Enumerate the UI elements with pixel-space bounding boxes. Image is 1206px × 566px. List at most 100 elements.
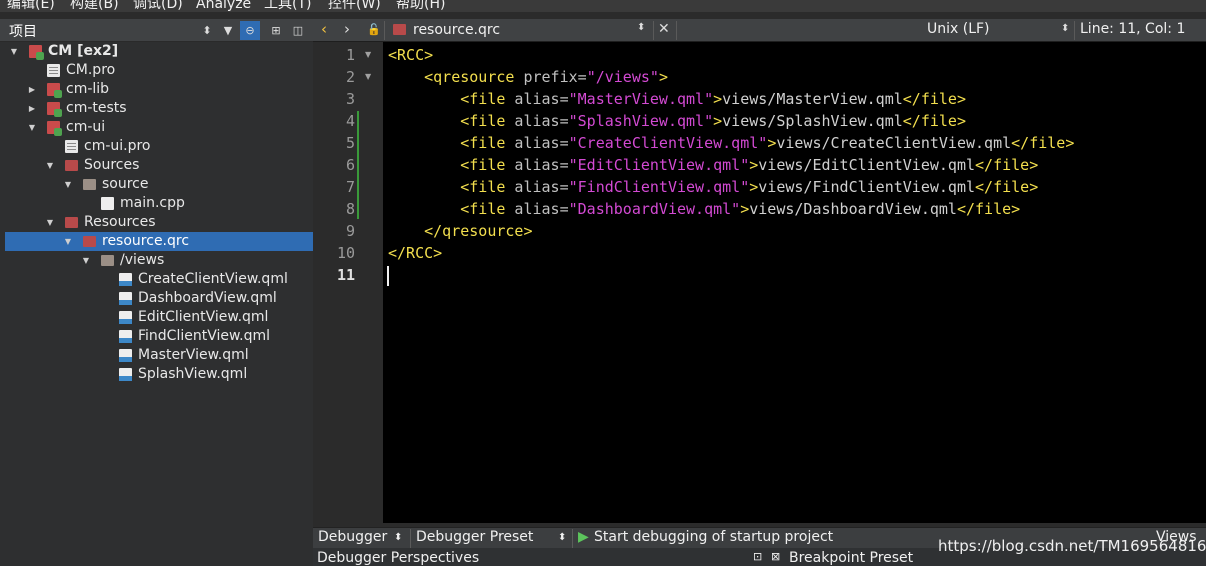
code-line[interactable]: <RCC>: [388, 44, 433, 66]
breakpoint-preset-label: Breakpoint Preset: [789, 550, 914, 566]
menu-help[interactable]: 帮助(H): [396, 0, 445, 12]
project-tree: ▼ CM [ex2] CM.pro ▶ cm-lib ▶ cm-tests ▼ …: [0, 42, 313, 566]
current-line-number: 11: [336, 266, 355, 284]
forward-arrow-icon[interactable]: ›: [344, 20, 350, 38]
divider: [1074, 21, 1075, 40]
start-debug-icon[interactable]: ▶: [578, 529, 589, 545]
open-documents-combo[interactable]: resource.qrc ⬍: [391, 22, 649, 39]
code-line[interactable]: <file alias="EditClientView.qml">views/E…: [388, 154, 1038, 176]
text-cursor: [387, 266, 389, 286]
code-line[interactable]: <file alias="DashboardView.qml">views/Da…: [388, 198, 1020, 220]
code-token: <file: [460, 134, 506, 152]
code-token: </qresource>: [424, 222, 533, 240]
debugger-preset-selector[interactable]: Debugger Preset: [416, 529, 533, 545]
line-number: 2: [345, 68, 355, 86]
tree-item-label: FindClientView.qml: [138, 328, 271, 344]
line-number: 5: [345, 134, 355, 152]
back-arrow-icon[interactable]: ‹: [321, 20, 327, 38]
code-token: >: [749, 178, 759, 196]
pro-file-icon: [65, 140, 78, 153]
tree-item-resource-qrc[interactable]: ▼ resource.qrc: [5, 232, 313, 251]
tree-item-qml[interactable]: CreateClientView.qml: [0, 270, 313, 289]
menu-debug[interactable]: 调试(D): [133, 0, 183, 12]
code-line[interactable]: <file alias="FindClientView.qml">views/F…: [388, 176, 1038, 198]
close-panel-icon[interactable]: ⊠: [771, 550, 780, 563]
code-token: >: [713, 112, 723, 130]
tree-item-sources[interactable]: ▼ Sources: [0, 156, 313, 175]
divider: [653, 21, 654, 40]
code-token: </RCC>: [388, 244, 443, 262]
tree-item-qml[interactable]: SplashView.qml: [0, 365, 313, 384]
fold-marker-icon[interactable]: ▼: [365, 66, 371, 88]
combo-arrows-icon: ⬍: [1061, 23, 1070, 34]
tree-item-label: MasterView.qml: [138, 347, 249, 363]
fold-marker-icon[interactable]: ▼: [365, 44, 371, 66]
tree-item-resources[interactable]: ▼ Resources: [0, 213, 313, 232]
view-selector-arrows-icon[interactable]: ⬍: [197, 21, 217, 40]
editor-toolbar: ‹ › 🔓 resource.qrc ⬍ ✕ Unix (LF) ⬍ Line:…: [313, 19, 1206, 42]
code-line[interactable]: </RCC>: [388, 242, 442, 264]
float-panel-icon[interactable]: ⊡: [753, 550, 762, 563]
code-token: views/FindClientView.qml: [758, 178, 976, 196]
tree-item-cm-lib[interactable]: ▶ cm-lib: [0, 80, 313, 99]
code-token: views/DashboardView.qml: [749, 200, 957, 218]
menu-build[interactable]: 构建(B): [70, 0, 119, 12]
tree-item-qml[interactable]: FindClientView.qml: [0, 327, 313, 346]
code-token: <file: [460, 178, 506, 196]
tree-item-label: CM [ex2]: [48, 43, 119, 59]
tree-item-label: Resources: [84, 214, 156, 230]
collapsed-arrow-icon[interactable]: ▶: [27, 99, 37, 118]
code-line[interactable]: <qresource prefix="/views">: [388, 66, 668, 88]
tree-item-cm-project[interactable]: ▼ CM [ex2]: [0, 42, 313, 61]
menu-tools[interactable]: 工具(T): [264, 0, 311, 12]
expanded-arrow-icon[interactable]: ▼: [9, 42, 19, 61]
line-ending-selector[interactable]: Unix (LF): [927, 21, 990, 37]
line-number: 4: [345, 112, 355, 130]
code-line[interactable]: <file alias="CreateClientView.qml">views…: [388, 132, 1074, 154]
expanded-arrow-icon[interactable]: ▼: [63, 175, 73, 194]
qml-file-icon: [119, 330, 132, 343]
qml-file-icon: [119, 349, 132, 362]
expanded-arrow-icon[interactable]: ▼: [27, 118, 37, 137]
expanded-arrow-icon[interactable]: ▼: [45, 213, 55, 232]
split-icon[interactable]: ⊞: [266, 21, 286, 40]
tree-item-views-prefix[interactable]: ▼ /views: [0, 251, 313, 270]
tree-item-main-cpp[interactable]: main.cpp: [0, 194, 313, 213]
code-token: alias=: [505, 134, 569, 152]
code-line[interactable]: <file alias="SplashView.qml">views/Splas…: [388, 110, 966, 132]
code-token: "/views": [586, 68, 659, 86]
code-token: >: [749, 156, 759, 174]
close-document-icon[interactable]: ✕: [658, 21, 670, 37]
menu-edit[interactable]: 编辑(E): [7, 0, 55, 12]
filter-icon[interactable]: ▼: [218, 21, 238, 40]
tree-item-qml[interactable]: DashboardView.qml: [0, 289, 313, 308]
link-with-editor-icon[interactable]: ⊖: [240, 21, 260, 40]
tree-item-cm-pro[interactable]: CM.pro: [0, 61, 313, 80]
tree-item-qml[interactable]: MasterView.qml: [0, 346, 313, 365]
line-number: 3: [345, 90, 355, 108]
pro-file-icon: [47, 64, 60, 77]
code-line[interactable]: <file alias="MasterView.qml">views/Maste…: [388, 88, 966, 110]
cursor-position[interactable]: Line: 11, Col: 1: [1080, 21, 1185, 37]
code-editor[interactable]: <RCC> <qresource prefix="/views"> <file …: [383, 42, 1206, 523]
tree-item-cm-ui[interactable]: ▼ cm-ui: [0, 118, 313, 137]
tree-item-cm-ui-pro[interactable]: cm-ui.pro: [0, 137, 313, 156]
tree-item-qml[interactable]: EditClientView.qml: [0, 308, 313, 327]
line-number: 9: [345, 222, 355, 240]
expanded-arrow-icon[interactable]: ▼: [81, 251, 91, 270]
menu-controls[interactable]: 控件(W): [328, 0, 381, 12]
tree-item-source[interactable]: ▼ source: [0, 175, 313, 194]
expanded-arrow-icon[interactable]: ▼: [63, 232, 73, 251]
collapsed-arrow-icon[interactable]: ▶: [27, 80, 37, 99]
start-debugging-button[interactable]: Start debugging of startup project: [594, 529, 833, 545]
code-token: views/SplashView.qml: [722, 112, 903, 130]
expanded-arrow-icon[interactable]: ▼: [45, 156, 55, 175]
debugger-selector[interactable]: Debugger: [318, 529, 387, 545]
code-line[interactable]: </qresource>: [388, 220, 533, 242]
project-panel-title[interactable]: 项目: [9, 21, 37, 41]
menu-analyze[interactable]: Analyze: [196, 0, 251, 12]
code-token: <file: [460, 200, 506, 218]
close-panel-icon[interactable]: ◫: [288, 21, 308, 40]
tree-item-cm-tests[interactable]: ▶ cm-tests: [0, 99, 313, 118]
tree-item-label: main.cpp: [120, 195, 185, 211]
